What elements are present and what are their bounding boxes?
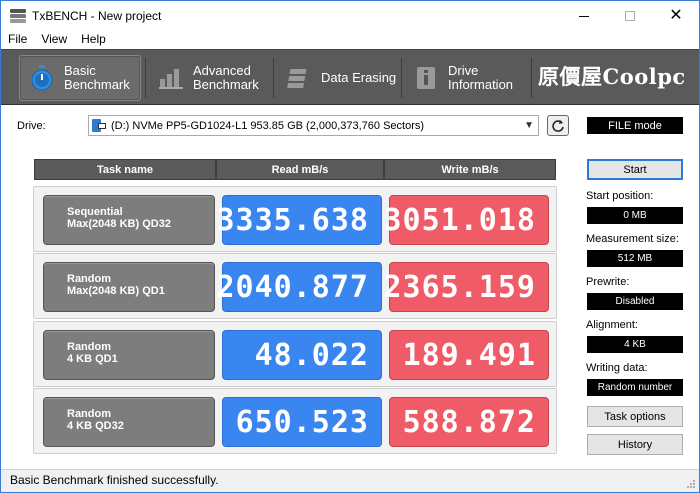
task-line1: Sequential (67, 206, 123, 218)
start-position-value[interactable]: 0 MB (587, 207, 683, 224)
task-options-button[interactable]: Task options (587, 406, 683, 427)
tab-basic-line2: Benchmark (64, 77, 130, 92)
measurement-size-value[interactable]: 512 MB (587, 250, 683, 267)
drive-select[interactable]: (D:) NVMe PP5-GD1024-L1 953.85 GB (2,000… (88, 115, 539, 136)
write-value: 3051.018 (384, 195, 549, 245)
toolbar-divider (273, 58, 274, 98)
tab-advanced-line2: Benchmark (193, 77, 259, 92)
status-text: Basic Benchmark finished successfully. (10, 473, 219, 487)
write-value: 588.872 (389, 397, 549, 447)
maximize-button[interactable] (607, 1, 653, 31)
start-button[interactable]: Start (587, 159, 683, 180)
drive-selected-value: (D:) NVMe PP5-GD1024-L1 953.85 GB (2,000… (111, 119, 425, 132)
writing-data-value[interactable]: Random number (587, 379, 683, 396)
start-position-label: Start position: (586, 190, 654, 202)
task-line1: Random (67, 408, 111, 420)
status-bar: Basic Benchmark finished successfully. (1, 469, 699, 492)
result-row: Random 4 KB QD1 48.022 189.491 (33, 321, 557, 387)
header-task-name: Task name (34, 159, 216, 180)
task-button-rand-4k-qd32[interactable]: Random 4 KB QD32 (43, 397, 215, 447)
alignment-label: Alignment: (586, 319, 638, 331)
menu-bar: File View Help (1, 31, 699, 49)
history-button[interactable]: History (587, 434, 683, 455)
read-value: 2040.877 (217, 262, 382, 312)
toolbar-divider (531, 58, 532, 98)
header-write: Write mB/s (384, 159, 556, 180)
chevron-down-icon: ▼ (524, 120, 534, 131)
tab-erasing-line1: Data Erasing (321, 70, 397, 85)
window-title: TxBENCH - New project (32, 9, 162, 23)
app-icon (10, 9, 26, 23)
result-row: Sequential Max(2048 KB) QD32 3335.638 30… (33, 186, 557, 252)
write-value: 189.491 (389, 330, 549, 380)
result-row: Random Max(2048 KB) QD1 2040.877 2365.15… (33, 253, 557, 319)
minimize-button[interactable] (561, 1, 607, 31)
prewrite-value[interactable]: Disabled (587, 293, 683, 310)
stopwatch-icon (28, 64, 56, 92)
drive-icon (92, 119, 106, 132)
menu-file[interactable]: File (1, 31, 34, 49)
result-row: Random 4 KB QD32 650.523 588.872 (33, 388, 557, 454)
minimize-icon (579, 15, 589, 17)
task-line1: Random (67, 273, 111, 285)
tab-drive-line1: Drive (448, 63, 479, 78)
tab-drive-information[interactable]: Drive Information (404, 55, 528, 101)
refresh-button[interactable] (547, 115, 569, 136)
bar-chart-icon (157, 64, 185, 92)
title-bar: TxBENCH - New project ✕ (1, 1, 699, 31)
task-line2: Max(2048 KB) QD32 (67, 218, 171, 230)
write-value: 2365.159 (384, 262, 549, 312)
main-toolbar: Basic Benchmark Advanced Benchmark Data … (1, 49, 699, 105)
task-button-seq-qd32[interactable]: Sequential Max(2048 KB) QD32 (43, 195, 215, 245)
writing-data-label: Writing data: (586, 362, 648, 374)
app-window: TxBENCH - New project ✕ File View Help B… (0, 0, 700, 493)
alignment-value[interactable]: 4 KB (587, 336, 683, 353)
tab-basic-line1: Basic (64, 63, 96, 78)
read-value: 48.022 (222, 330, 382, 380)
refresh-icon (552, 119, 564, 132)
tab-basic-benchmark[interactable]: Basic Benchmark (19, 55, 141, 101)
mode-indicator: FILE mode (587, 117, 683, 134)
eraser-icon (285, 64, 313, 92)
header-read: Read mB/s (216, 159, 384, 180)
resize-grip-icon[interactable] (686, 479, 696, 489)
close-button[interactable]: ✕ (653, 1, 699, 31)
menu-view[interactable]: View (34, 31, 74, 49)
task-line2: 4 KB QD1 (67, 353, 118, 365)
read-value: 650.523 (222, 397, 382, 447)
task-line2: Max(2048 KB) QD1 (67, 285, 165, 297)
tab-advanced-line1: Advanced (193, 63, 251, 78)
toolbar-divider (401, 58, 402, 98)
task-line1: Random (67, 341, 111, 353)
prewrite-label: Prewrite: (586, 276, 630, 288)
close-icon: ✕ (669, 7, 683, 24)
toolbar-divider (145, 58, 146, 98)
task-button-rand-max-qd1[interactable]: Random Max(2048 KB) QD1 (43, 262, 215, 312)
maximize-icon (625, 11, 635, 21)
menu-help[interactable]: Help (74, 31, 113, 49)
task-line2: 4 KB QD32 (67, 420, 124, 432)
drive-info-icon (412, 64, 440, 92)
read-value: 3335.638 (217, 195, 382, 245)
tab-drive-line2: Information (448, 77, 514, 92)
measurement-size-label: Measurement size: (586, 233, 679, 245)
drive-label: Drive: (17, 120, 46, 132)
tab-advanced-benchmark[interactable]: Advanced Benchmark (149, 55, 269, 101)
task-button-rand-4k-qd1[interactable]: Random 4 KB QD1 (43, 330, 215, 380)
brand-logo: 原價屋Coolpc (538, 64, 686, 89)
tab-data-erasing[interactable]: Data Erasing (277, 55, 397, 101)
